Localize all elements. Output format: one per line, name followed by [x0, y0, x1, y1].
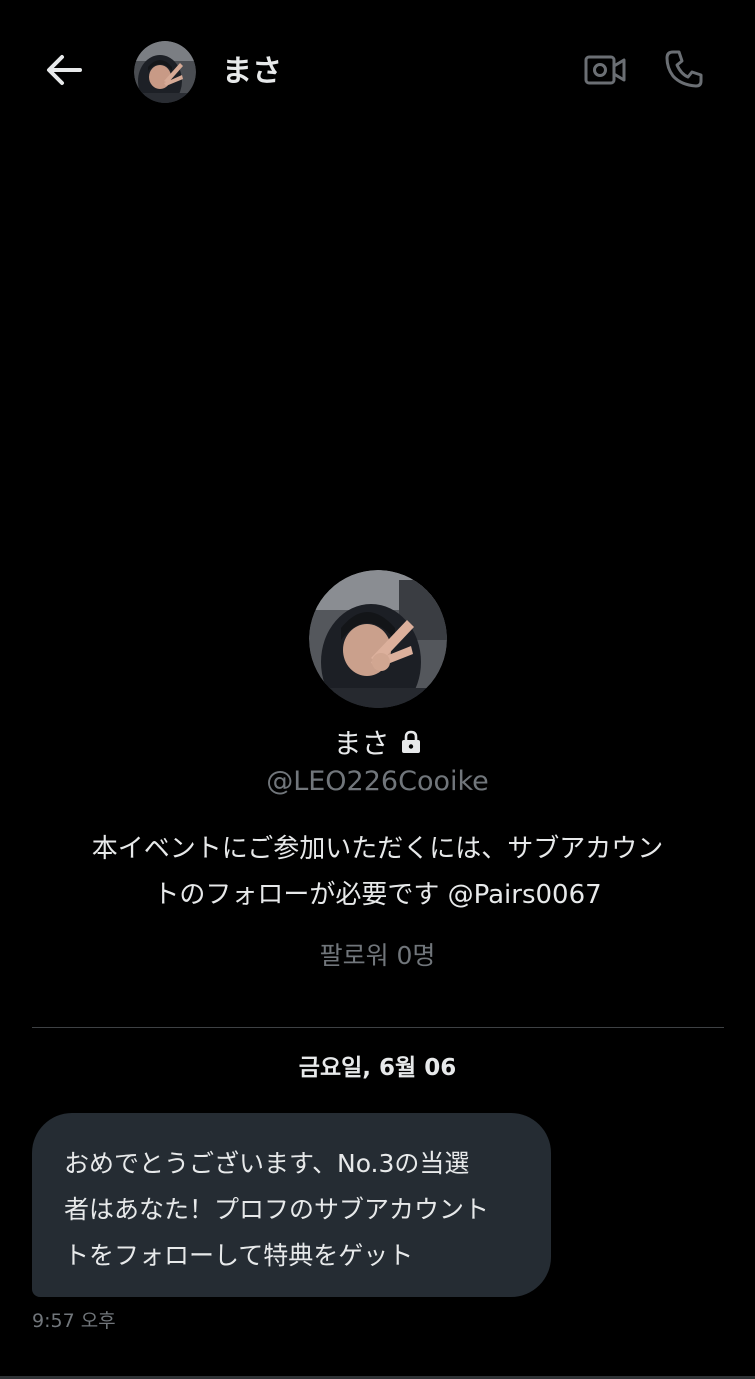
divider: [32, 1027, 724, 1028]
header-name[interactable]: まさ: [222, 53, 282, 91]
profile-name-row: まさ: [0, 724, 755, 760]
profile-bio-line: トのフォローが必要です @Pairs0067: [153, 880, 602, 910]
profile-card: まさ @LEO226Cooike 本イベントにご参加いただくには、サブアカウン …: [0, 568, 755, 974]
message-line: 者はあなた！プロフのサブアカウント: [64, 1195, 490, 1224]
profile-bio-line: 本イベントにご参加いただくには、サブアカウン: [91, 834, 664, 864]
back-button[interactable]: [40, 50, 88, 94]
arrow-left-icon: [44, 52, 84, 92]
message-bubble[interactable]: おめでとうございます、No.3の当選 者はあなた！プロフのサブアカウント トをフ…: [32, 1113, 551, 1297]
profile-name: まさ: [333, 727, 390, 760]
voice-call-button[interactable]: [660, 47, 708, 95]
message-timestamp: 9:57 오후: [32, 1310, 116, 1332]
video-call-button[interactable]: [582, 52, 628, 92]
profile-avatar[interactable]: [308, 570, 447, 708]
conversation-header: まさ: [0, 0, 755, 145]
phone-icon: [662, 47, 706, 95]
lock-icon: [400, 730, 422, 754]
video-camera-icon: [583, 53, 627, 91]
profile-handle[interactable]: @LEO226Cooike: [0, 764, 755, 800]
message-line: おめでとうございます、No.3の当選: [64, 1149, 470, 1178]
header-avatar[interactable]: [134, 41, 196, 103]
profile-followers[interactable]: 팔로워 0명: [0, 938, 755, 974]
message-line: トをフォローして特典をゲット: [64, 1241, 414, 1270]
date-separator: 금요일, 6월 06: [298, 1055, 457, 1081]
profile-bio: 本イベントにご参加いただくには、サブアカウン トのフォローが必要です @Pair…: [58, 826, 698, 918]
